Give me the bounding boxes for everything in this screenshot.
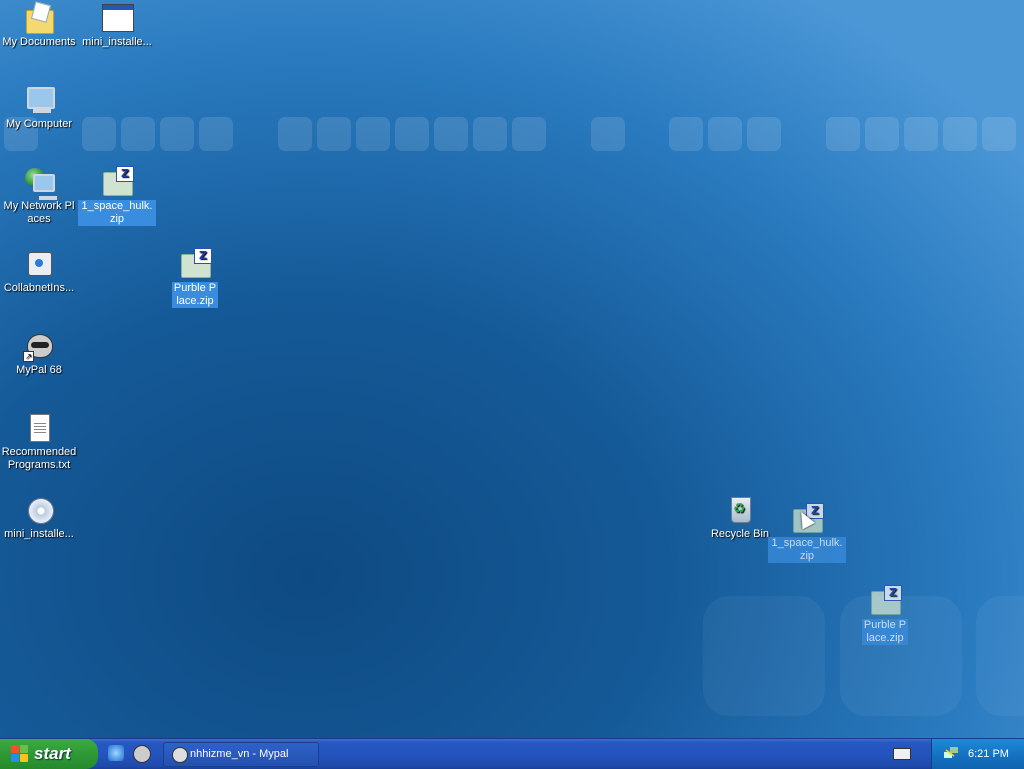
installer-icon [23, 248, 55, 280]
desktop-icon-recommended-programs[interactable]: Recommended Programs.txt [0, 412, 78, 472]
icon-label: mini_installe... [4, 528, 74, 540]
desktop-icon-purble-place-zip[interactable]: Z Purble Place.zip [156, 248, 234, 308]
icon-label: My Documents [2, 36, 76, 48]
desktop-icon-collabnet-installer[interactable]: CollabnetIns... [0, 248, 78, 295]
wallpaper-tile [703, 596, 825, 716]
icon-label: 1_space_hulk.zip [768, 537, 846, 563]
windows-flag-icon [11, 745, 29, 763]
desktop-icon-mini-installer-2[interactable]: mini_installe... [0, 494, 78, 541]
recycle-bin-icon [724, 494, 756, 526]
my-computer-icon [23, 84, 55, 116]
window-app-icon [101, 2, 134, 34]
dragged-icon-purble-place-zip[interactable]: Z Purble Place.zip [846, 585, 924, 645]
start-button[interactable]: start [0, 739, 98, 769]
keyboard-icon[interactable] [893, 748, 911, 760]
icon-label: My Network Places [3, 200, 75, 225]
icon-label: 1_space_hulk.zip [78, 200, 156, 226]
zip-file-icon: Z [179, 248, 212, 280]
desktop-icon-network-places[interactable]: My Network Places [0, 166, 78, 226]
icon-label: Recommended Programs.txt [1, 446, 77, 471]
zip-file-icon: Z [869, 585, 902, 617]
mypal-icon [172, 747, 188, 763]
icon-label: MyPal 68 [16, 364, 62, 376]
wallpaper-tile [976, 596, 1024, 716]
clock[interactable]: 6:21 PM [968, 739, 1009, 769]
network-icon[interactable] [944, 747, 958, 759]
desktop-icon-my-documents[interactable]: My Documents [0, 2, 78, 49]
desktop-icon-space-hulk-zip[interactable]: Z 1_space_hulk.zip [78, 166, 156, 226]
desktop-icon-my-computer[interactable]: My Computer [0, 84, 78, 131]
desktop-icon-mini-installer[interactable]: mini_installe... [78, 2, 156, 49]
cd-installer-icon [23, 494, 55, 526]
mypal-icon: ↗ [23, 330, 55, 362]
icon-label: Purble Place.zip [172, 282, 218, 308]
text-file-icon [23, 412, 55, 444]
icon-label: Purble Place.zip [862, 619, 908, 645]
my-documents-icon [23, 2, 55, 34]
mypal-icon[interactable] [133, 745, 151, 763]
network-places-icon [23, 166, 57, 200]
start-label: start [34, 744, 71, 763]
desktop: My Documents mini_installe... My Compute… [0, 0, 1024, 738]
internet-explorer-icon[interactable] [108, 745, 124, 761]
system-tray: 6:21 PM [931, 739, 1024, 769]
zip-file-icon: Z [101, 166, 134, 198]
task-label: nhhizme_vn - Mypal [190, 748, 289, 760]
icon-label: CollabnetIns... [3, 282, 75, 294]
desktop-icon-mypal[interactable]: ↗ MyPal 68 [14, 330, 64, 377]
icon-label: My Computer [5, 118, 73, 130]
taskbar: start nhhizme_vn - Mypal 6:21 PM [0, 738, 1024, 769]
icon-label: Recycle Bin [710, 528, 770, 540]
wallpaper-tiles [0, 117, 1024, 155]
taskbar-window-mypal[interactable]: nhhizme_vn - Mypal [163, 742, 319, 767]
icon-label: mini_installe... [82, 36, 152, 48]
